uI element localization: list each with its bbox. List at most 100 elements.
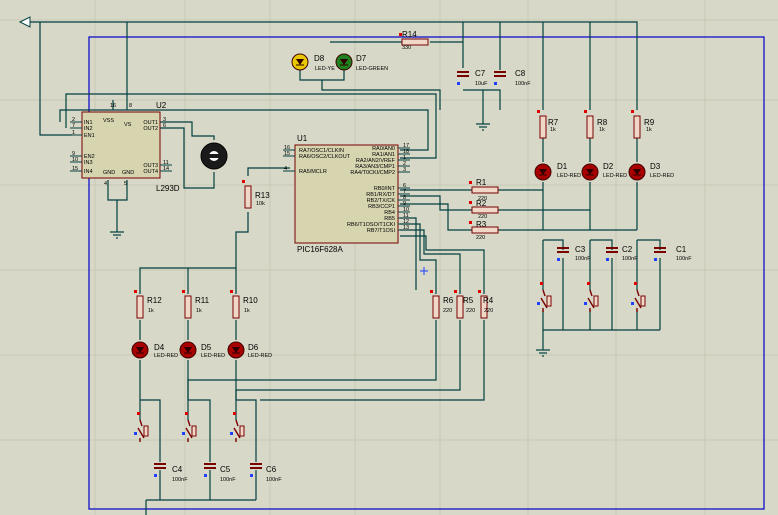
led-value: LED-RED: [201, 353, 225, 359]
capacitor-c8[interactable]: C8 100nF: [494, 69, 531, 87]
resistor-ref: R9: [644, 118, 655, 127]
terminal-arrow-icon: [18, 16, 31, 28]
resistor-value: 10k: [256, 201, 265, 207]
resistor-ref: R10: [243, 296, 258, 305]
led-d7[interactable]: D7 LED-GREEN: [335, 53, 388, 72]
sheet-border: [88, 36, 765, 510]
push-switch[interactable]: [537, 282, 552, 312]
resistor-r13[interactable]: R1310k: [242, 180, 270, 209]
u2-pin-num: 14: [163, 166, 169, 172]
led-value: LED-RED: [557, 173, 581, 179]
u2-pin-name: EN1: [84, 133, 95, 139]
led-d8[interactable]: D8 LED-YE: [291, 53, 335, 72]
u2-part: L293D: [156, 184, 180, 193]
resistor-r10[interactable]: R10 1k: [230, 290, 258, 319]
led-value: LED-RED: [154, 353, 178, 359]
capacitor-value: 100nF: [172, 477, 188, 483]
u2-chip[interactable]: U2 L293D IN12IN27EN11EN29IN310IN415OUT1 3…: [70, 101, 180, 193]
resistor-value: 220: [443, 308, 452, 314]
u1-pin-num: 15: [284, 151, 290, 157]
resistor-value: 1k: [244, 308, 250, 314]
schematic-canvas[interactable]: U2 L293D IN12IN27EN11EN29IN310IN415OUT1 3…: [0, 0, 778, 515]
led-value: LED-YE: [315, 66, 335, 72]
u2-pin-num: 10: [72, 157, 78, 163]
u2-ref: U2: [156, 101, 167, 110]
resistor-ref: R7: [548, 118, 559, 127]
capacitor-value: 100nF: [266, 477, 282, 483]
u1-part: PIC16F628A: [297, 245, 343, 254]
led-value: LED-RED: [248, 353, 272, 359]
resistor-value: 220: [466, 308, 475, 314]
u2-pin-num: 6: [163, 123, 166, 129]
resistor-value: 220: [484, 308, 493, 314]
u2-pin-name: GND: [122, 170, 134, 176]
u1-pin-name: RA4/T0CKI/CMP2: [350, 170, 395, 176]
push-switch[interactable]: [182, 412, 197, 442]
led-d1[interactable]: D1 LED-RED: [534, 162, 581, 181]
resistor-r2[interactable]: R2220: [469, 199, 499, 220]
capacitor-ref: C1: [676, 245, 687, 254]
led-value: LED-GREEN: [356, 66, 388, 72]
u1-pin-num: 3: [403, 167, 406, 173]
u2-pin-num: 5: [124, 181, 127, 187]
resistor-r11[interactable]: R11 1k: [182, 290, 210, 319]
led-d5[interactable]: D5LED-RED: [179, 341, 225, 359]
u1-pin-name: RB7/T1OSI: [367, 228, 396, 234]
u2-pin-name: OUT2: [143, 126, 158, 132]
push-switch[interactable]: [584, 282, 599, 312]
capacitor-c6[interactable]: C6 100nF: [250, 463, 282, 483]
led-value: LED-RED: [650, 173, 674, 179]
capacitor-ref: C3: [575, 245, 586, 254]
capacitor-value: 100nF: [220, 477, 236, 483]
resistor-value: 1k: [599, 127, 605, 133]
push-switch[interactable]: [631, 282, 646, 312]
resistor-r12[interactable]: R12 1k: [134, 290, 162, 319]
resistor-r3[interactable]: R3 220: [469, 220, 499, 241]
capacitor-c7[interactable]: C7 10uF: [457, 69, 488, 87]
capacitor-value: 100nF: [515, 81, 531, 87]
resistor-value: 330: [402, 45, 411, 51]
resistor-r7[interactable]: R71k: [537, 110, 559, 139]
resistor-r8[interactable]: R81k: [584, 110, 608, 139]
resistor-r14[interactable]: R14 330: [399, 30, 429, 51]
u2-pin-name: VSS: [103, 118, 114, 124]
resistor-ref: R12: [147, 296, 162, 305]
resistor-ref: R5: [463, 296, 474, 305]
motor[interactable]: [200, 142, 228, 170]
led-d6[interactable]: D6LED-RED: [227, 341, 272, 359]
led-d3[interactable]: D3 LED-RED: [628, 162, 674, 181]
led-ref: D5: [201, 343, 212, 352]
u2-pin-name: GND: [103, 170, 115, 176]
wires: [26, 21, 661, 515]
resistor-ref: R4: [483, 296, 494, 305]
resistor-r4[interactable]: R4 220: [478, 290, 494, 319]
u1-chip[interactable]: U1 PIC16F628A RA7/OSC1/CLKIN16RA6/OSC2/C…: [283, 134, 410, 254]
capacitor-c2[interactable]: C2 100nF: [606, 245, 638, 262]
resistor-ref: R2: [476, 199, 487, 208]
u2-pin-name: IN4: [84, 169, 93, 175]
resistor-value: 220: [476, 235, 485, 241]
u1-pin-name: RA5/MCLR: [299, 169, 327, 175]
capacitor-value: 10uF: [475, 81, 488, 87]
resistor-ref: R3: [476, 220, 487, 229]
resistor-r9[interactable]: R91k: [631, 110, 655, 139]
u2-pin-name: IN3: [84, 160, 93, 166]
capacitor-value: 100nF: [575, 256, 591, 262]
led-d4[interactable]: D4LED-RED: [131, 341, 178, 359]
led-d2[interactable]: D2 LED-RED: [581, 162, 627, 181]
resistor-ref: R6: [443, 296, 454, 305]
led-value: LED-RED: [603, 173, 627, 179]
capacitor-c4[interactable]: C4 100nF: [154, 463, 188, 483]
push-switch[interactable]: [134, 412, 149, 442]
led-ref: D8: [314, 54, 325, 63]
resistor-r6[interactable]: R6 220: [430, 290, 454, 319]
led-ref: D1: [557, 162, 568, 171]
capacitor-c3[interactable]: C3 100nF: [557, 245, 591, 262]
push-switch[interactable]: [230, 412, 245, 442]
u2-pin-name: VS: [124, 122, 132, 128]
resistor-value: 1k: [196, 308, 202, 314]
resistor-r5[interactable]: R5 220: [454, 290, 475, 319]
u2-pin-num: 4: [104, 181, 107, 187]
capacitor-c5[interactable]: C5 100nF: [204, 463, 236, 483]
capacitor-ref: C6: [266, 465, 277, 474]
